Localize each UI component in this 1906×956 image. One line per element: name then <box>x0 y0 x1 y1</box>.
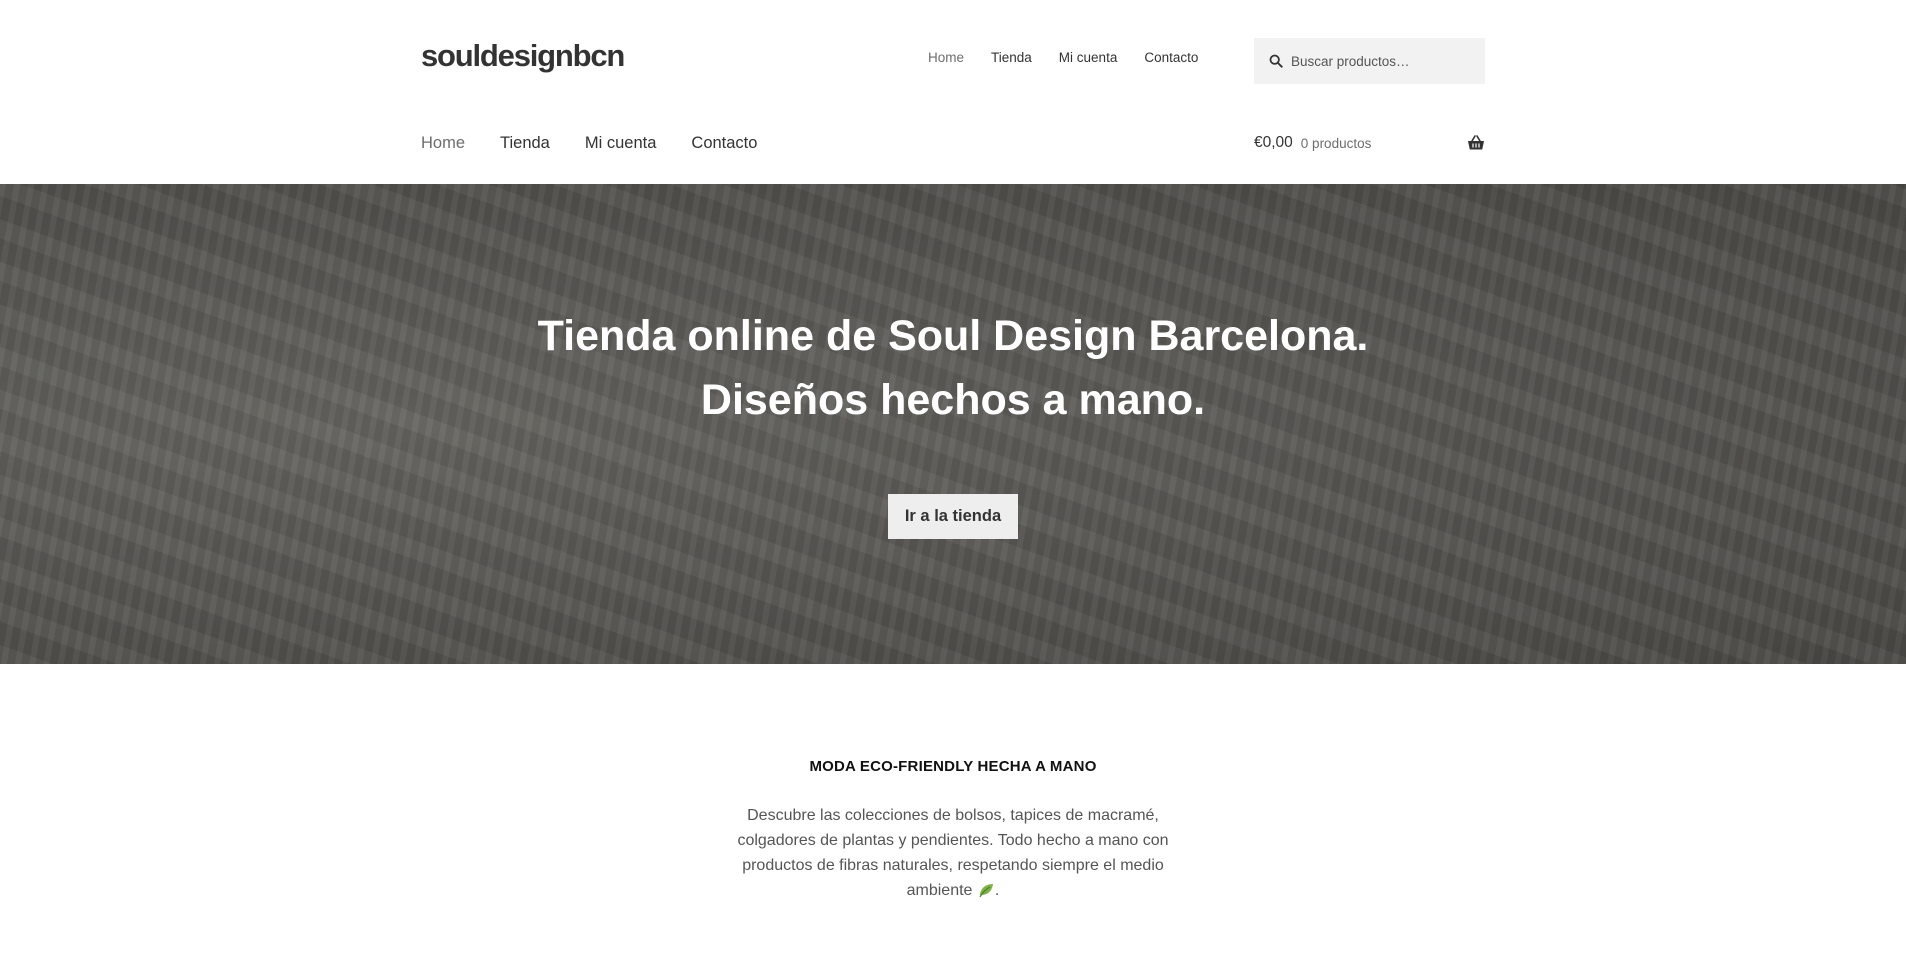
primary-nav-contacto[interactable]: Contacto <box>691 134 757 153</box>
search-input[interactable] <box>1291 53 1471 69</box>
hero-title: Tienda online de Soul Design Barcelona. … <box>0 304 1906 432</box>
intro-body: Descubre las colecciones de bolsos, tapi… <box>737 807 1169 899</box>
secondary-nav: Home Tienda Mi cuenta Contacto <box>928 50 1225 65</box>
search-icon <box>1269 54 1283 68</box>
cart-amount: €0,00 <box>1254 134 1293 151</box>
intro-section: MODA ECO-FRIENDLY HECHA A MANO Descubre … <box>0 758 1906 903</box>
secondary-nav-home[interactable]: Home <box>928 50 964 65</box>
cart-summary[interactable]: €0,00 0 productos <box>1254 134 1485 152</box>
hero-title-line-1: Tienda online de Soul Design Barcelona. <box>537 312 1369 360</box>
product-search[interactable] <box>1254 38 1485 84</box>
site-logo[interactable]: souldesignbcn <box>421 38 625 74</box>
hero-title-line-2: Diseños hechos a mano. <box>700 376 1206 424</box>
secondary-nav-contacto[interactable]: Contacto <box>1144 50 1198 65</box>
primary-nav-tienda[interactable]: Tienda <box>500 134 550 153</box>
basket-icon[interactable] <box>1467 135 1485 151</box>
go-to-shop-button[interactable]: Ir a la tienda <box>888 494 1018 539</box>
primary-nav-home[interactable]: Home <box>421 134 465 153</box>
leaf-icon <box>979 884 993 898</box>
cart-count: 0 productos <box>1300 135 1372 151</box>
intro-suffix: . <box>994 882 1000 899</box>
primary-nav-mi-cuenta[interactable]: Mi cuenta <box>585 134 657 153</box>
secondary-nav-tienda[interactable]: Tienda <box>991 50 1032 65</box>
secondary-nav-mi-cuenta[interactable]: Mi cuenta <box>1059 50 1118 65</box>
intro-heading: MODA ECO-FRIENDLY HECHA A MANO <box>809 758 1097 775</box>
site-header: souldesignbcn Home Tienda Mi cuenta Cont… <box>0 0 1906 184</box>
intro-text: Descubre las colecciones de bolsos, tapi… <box>708 803 1198 903</box>
hero-banner: Tienda online de Soul Design Barcelona. … <box>0 184 1906 664</box>
primary-nav: Home Tienda Mi cuenta Contacto <box>421 134 792 153</box>
